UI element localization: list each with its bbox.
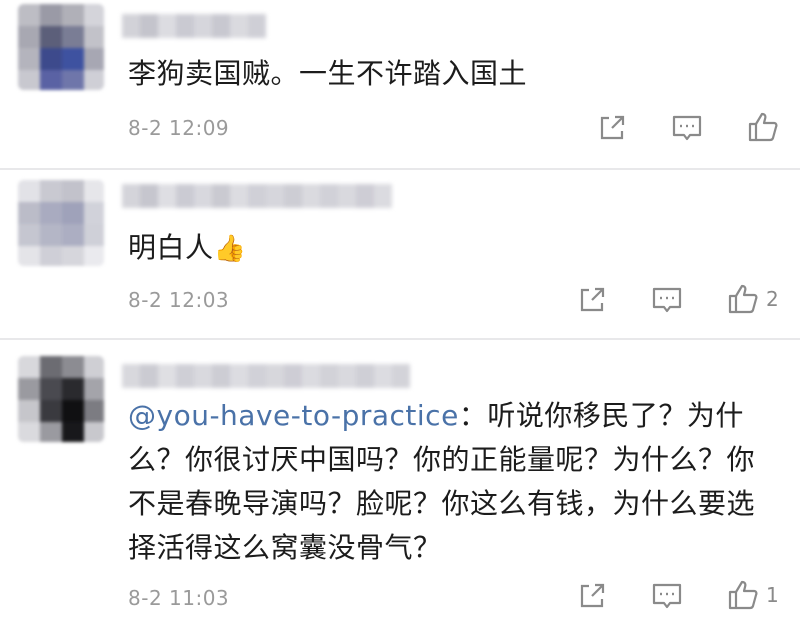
comment-text-line: 不是春晚导演吗？脸呢？你这么有钱，为什么要选 [128,487,756,520]
like-button[interactable]: 1 [726,578,779,612]
comment-timestamp: 8-2 11:03 [128,586,230,610]
reply-button[interactable] [650,580,684,612]
comment-timestamp: 8-2 12:03 [128,288,230,312]
comment-icon [672,115,702,141]
comment-text: 明白人👍 [128,226,246,271]
thumbs-up-icon [728,284,758,314]
comment-text-line: 择活得这么窝囊没骨气？ [128,531,442,564]
thumbs-up-emoji-icon: 👍 [213,234,247,264]
comment-text: @you-have-to-practice：听说你移民了？为什 么？你很讨厌中国… [128,394,755,570]
comment-icon [652,287,682,313]
comment-item: @you-have-to-practice：听说你移民了？为什 么？你很讨厌中国… [0,340,800,624]
share-button[interactable] [576,284,608,316]
share-button[interactable] [596,112,628,144]
comment-text-line: ：听说你移民了？为什 [458,399,744,432]
comment-text-line: 么？你很讨厌中国吗？你的正能量呢？为什么？你 [128,443,756,476]
like-count: 2 [766,287,779,311]
reply-button[interactable] [650,284,684,316]
comment-item: 明白人👍 8-2 12:03 2 [0,170,800,340]
share-button[interactable] [576,580,608,612]
like-button[interactable] [746,110,786,144]
comment-text-content: 明白人 [128,231,214,264]
thumbs-up-icon [748,112,778,142]
comment-text: 李狗卖国贼。一生不许踏入国土 [128,57,528,90]
comment-timestamp: 8-2 12:09 [128,116,230,140]
share-icon [600,115,625,140]
comment-icon [652,583,682,609]
avatar[interactable] [18,4,104,90]
thumbs-up-icon [728,580,758,610]
avatar[interactable] [18,356,104,442]
avatar[interactable] [18,180,104,266]
username-redacted[interactable] [122,184,392,208]
mention-link[interactable]: @you-have-to-practice [128,399,459,432]
username-redacted[interactable] [122,14,266,38]
reply-button[interactable] [670,112,704,144]
like-count: 1 [766,583,779,607]
share-icon [580,583,605,608]
share-icon [580,287,605,312]
like-button[interactable]: 2 [726,282,779,316]
username-redacted[interactable] [122,364,410,388]
comment-item: 李狗卖国贼。一生不许踏入国土 8-2 12:09 [0,0,800,170]
